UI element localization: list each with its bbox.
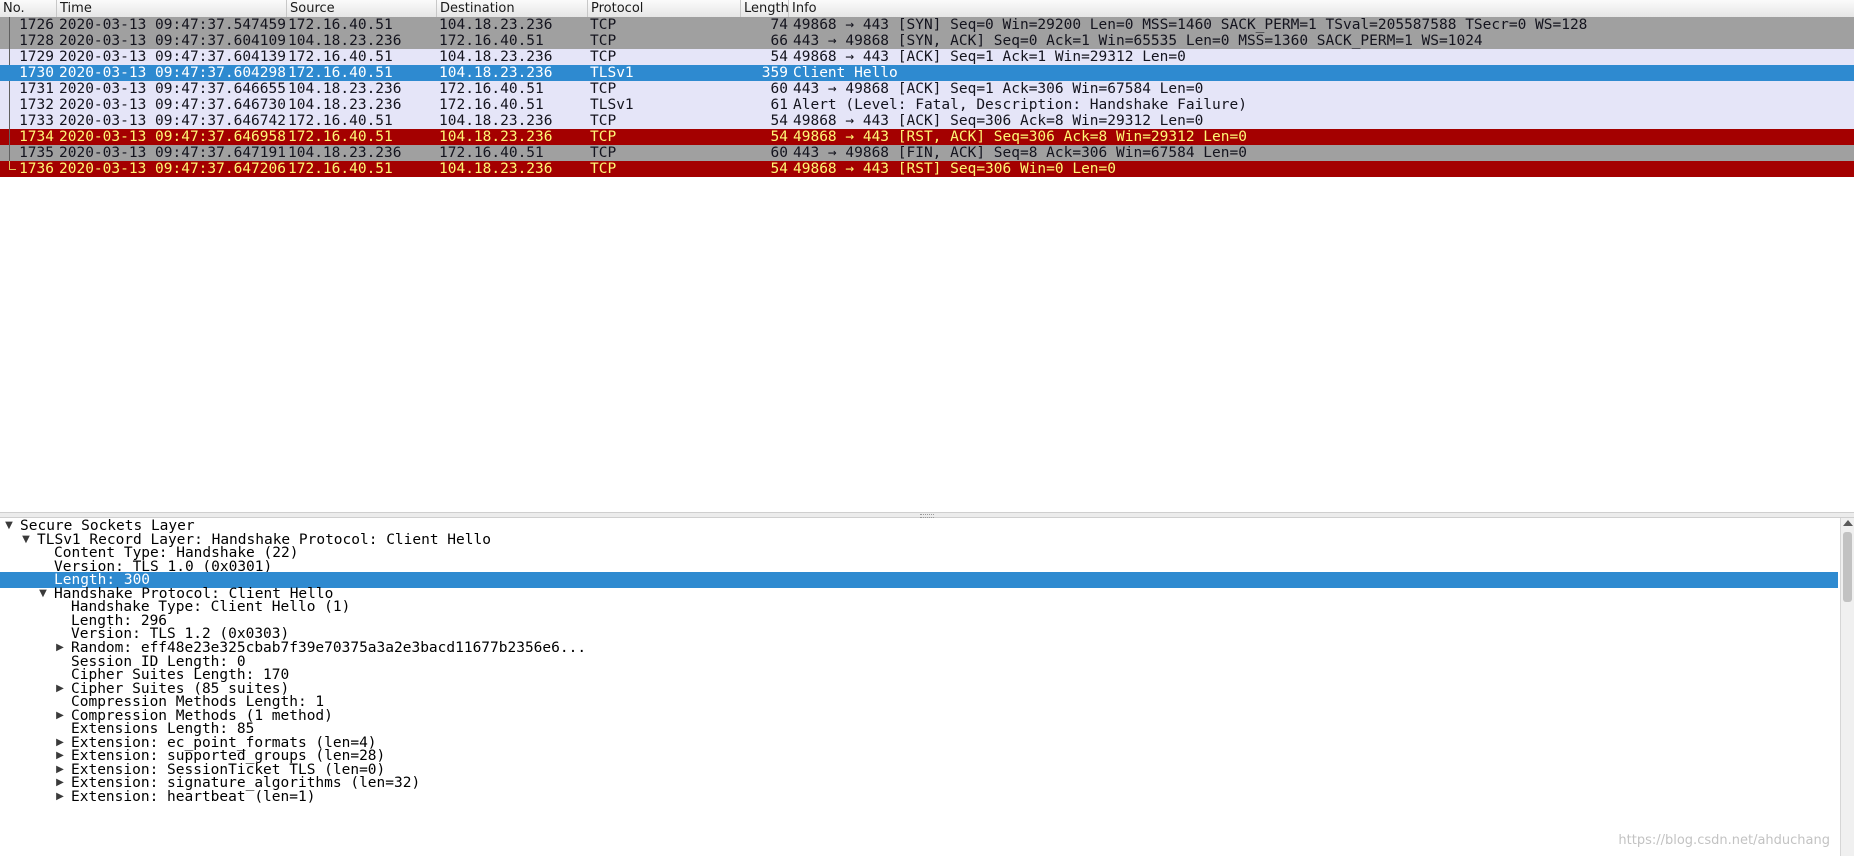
packet-row[interactable]: 1732 2020-03-13 09:47:37.646730890104.18.… [0,97,1854,113]
cell-protocol: TLSv1 [590,97,634,113]
cell-no: 1734 [19,129,54,145]
cell-source: 104.18.23.236 [288,33,402,49]
cell-length: 54 [770,129,788,145]
packet-row[interactable]: 1736 2020-03-13 09:47:37.647206438172.16.… [0,161,1854,177]
cell-length: 61 [770,97,788,113]
cell-destination: 104.18.23.236 [439,129,553,145]
cell-time: 2020-03-13 09:47:37.646958098 [59,129,285,145]
cell-no: 1730 [19,65,54,81]
cell-time: 2020-03-13 09:47:37.646742786 [59,113,285,129]
cell-source: 172.16.40.51 [288,65,393,81]
cell-protocol: TCP [590,33,617,49]
cell-source: 104.18.23.236 [288,81,402,97]
cell-destination: 172.16.40.51 [439,145,544,161]
column-destination[interactable]: Destination [437,0,588,17]
cell-protocol: TCP [590,113,617,129]
cell-source: 104.18.23.236 [288,145,402,161]
column-info[interactable]: Info [789,0,1854,17]
cell-protocol: TCP [590,49,617,65]
cell-protocol: TLSv1 [590,65,634,81]
cell-source: 172.16.40.51 [288,129,393,145]
packet-rows: 17262020-03-13 09:47:37.547459476172.16.… [0,17,1854,177]
cell-protocol: TCP [590,129,617,145]
cell-protocol: TCP [590,81,617,97]
cell-time: 2020-03-13 09:47:37.647191570 [59,145,285,161]
column-length[interactable]: Length [741,0,789,17]
packet-row[interactable]: 1733 2020-03-13 09:47:37.646742786172.16.… [0,113,1854,129]
cell-destination: 104.18.23.236 [439,17,553,33]
cell-info: 49868 → 443 [RST, ACK] Seq=306 Ack=8 Win… [793,129,1247,145]
cell-no: 1728 [19,33,54,49]
scrollbar-thumb[interactable] [1843,532,1852,602]
cell-no: 1726 [19,17,54,33]
cell-length: 359 [761,65,788,81]
packet-details-tree[interactable]: ▼ Secure Sockets Layer ▼ TLSv1 Record Layer… [0,518,1854,856]
packet-row[interactable]: 1726 2020-03-13 09:47:37.547459476172.16.… [0,17,1854,33]
cell-info: 49868 → 443 [SYN] Seq=0 Win=29200 Len=0 … [793,17,1588,33]
tree-item[interactable]: ▶ Extension: heartbeat (len=1) [0,789,1838,805]
cell-source: 172.16.40.51 [288,161,393,177]
tree-item-label: Extension: heartbeat (len=1) [71,789,316,805]
packet-row[interactable]: 1734 2020-03-13 09:47:37.646958098172.16.… [0,129,1854,145]
cell-destination: 172.16.40.51 [439,97,544,113]
cell-length: 74 [770,17,788,33]
cell-time: 2020-03-13 09:47:37.604298537 [59,65,285,81]
cell-info: 49868 → 443 [ACK] Seq=1 Ack=1 Win=29312 … [793,49,1186,65]
column-time[interactable]: Time [57,0,287,17]
cell-source: 104.18.23.236 [288,97,402,113]
cell-protocol: TCP [590,145,617,161]
cell-no: 1729 [19,49,54,65]
scroll-up-arrow-icon[interactable] [1843,520,1853,526]
packet-row[interactable]: 1728 2020-03-13 09:47:37.604109786104.18.… [0,33,1854,49]
cell-info: Client Hello [793,65,898,81]
cell-info: 49868 → 443 [RST] Seq=306 Win=0 Len=0 [793,161,1117,177]
cell-length: 66 [770,33,788,49]
cell-time: 2020-03-13 09:47:37.547459476 [59,17,285,33]
column-no[interactable]: No. [0,0,57,17]
cell-length: 54 [770,113,788,129]
cell-source: 172.16.40.51 [288,17,393,33]
packet-row[interactable]: 1731 2020-03-13 09:47:37.646655170104.18.… [0,81,1854,97]
cell-protocol: TCP [590,161,617,177]
watermark: https://blog.csdn.net/ahduchang [1618,833,1830,848]
cell-length: 60 [770,145,788,161]
column-source[interactable]: Source [287,0,437,17]
packet-row[interactable]: 1730 2020-03-13 09:47:37.604298537172.16.… [0,65,1854,81]
column-header: No. Time Source Destination Protocol Len… [0,0,1854,18]
column-protocol[interactable]: Protocol [588,0,741,17]
cell-destination: 172.16.40.51 [439,33,544,49]
cell-destination: 104.18.23.236 [439,49,553,65]
packet-list[interactable]: No. Time Source Destination Protocol Len… [0,0,1854,512]
cell-no: 1736 [19,161,54,177]
cell-protocol: TCP [590,17,617,33]
cell-destination: 104.18.23.236 [439,161,553,177]
cell-no: 1732 [19,97,54,113]
packet-row[interactable]: 1735 2020-03-13 09:47:37.647191570104.18.… [0,145,1854,161]
cell-destination: 104.18.23.236 [439,65,553,81]
cell-destination: 104.18.23.236 [439,113,553,129]
cell-info: 443 → 49868 [FIN, ACK] Seq=8 Ack=306 Win… [793,145,1247,161]
cell-destination: 172.16.40.51 [439,81,544,97]
cell-source: 172.16.40.51 [288,49,393,65]
collapsed-right-arrow-icon[interactable]: ▶ [54,789,66,805]
cell-info: 443 → 49868 [ACK] Seq=1 Ack=306 Win=6758… [793,81,1204,97]
cell-source: 172.16.40.51 [288,113,393,129]
cell-time: 2020-03-13 09:47:37.604139398 [59,49,285,65]
cell-no: 1731 [19,81,54,97]
cell-length: 54 [770,161,788,177]
cell-info: 443 → 49868 [SYN, ACK] Seq=0 Ack=1 Win=6… [793,33,1483,49]
cell-time: 2020-03-13 09:47:37.604109786 [59,33,285,49]
cell-info: Alert (Level: Fatal, Description: Handsh… [793,97,1247,113]
cell-length: 54 [770,49,788,65]
cell-length: 60 [770,81,788,97]
packet-row[interactable]: 1729 2020-03-13 09:47:37.604139398172.16.… [0,49,1854,65]
cell-time: 2020-03-13 09:47:37.646655170 [59,81,285,97]
details-scrollbar[interactable] [1840,518,1854,856]
cell-no: 1735 [19,145,54,161]
cell-no: 1733 [19,113,54,129]
cell-time: 2020-03-13 09:47:37.646730890 [59,97,285,113]
cell-time: 2020-03-13 09:47:37.647206438 [59,161,285,177]
cell-info: 49868 → 443 [ACK] Seq=306 Ack=8 Win=2931… [793,113,1204,129]
